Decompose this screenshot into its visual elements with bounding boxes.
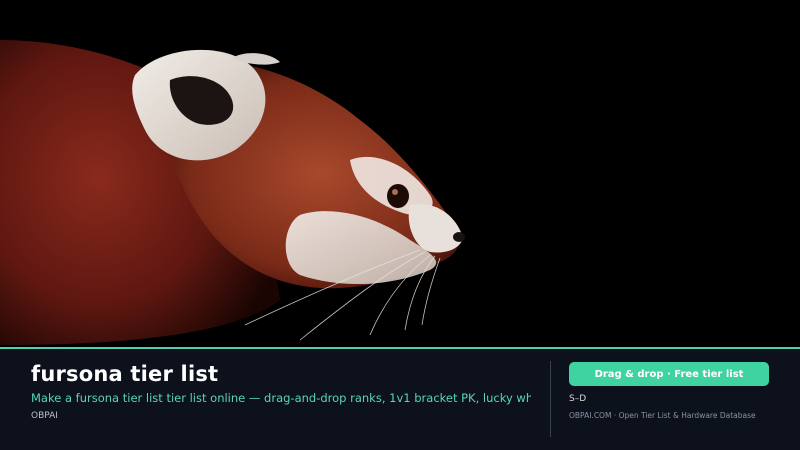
cta-button[interactable]: Drag & drop · Free tier list (569, 362, 769, 386)
brand-label: OBPAI (31, 411, 58, 421)
hero-image (0, 0, 800, 348)
tier-range-label: S–D (569, 394, 587, 404)
site-note: OBPAI.COM · Open Tier List & Hardware Da… (569, 411, 756, 420)
page-title: fursona tier list (31, 362, 219, 386)
red-panda-photo (0, 40, 465, 345)
page-description: Make a fursona tier list tier list onlin… (31, 391, 531, 405)
vertical-divider (550, 361, 551, 437)
